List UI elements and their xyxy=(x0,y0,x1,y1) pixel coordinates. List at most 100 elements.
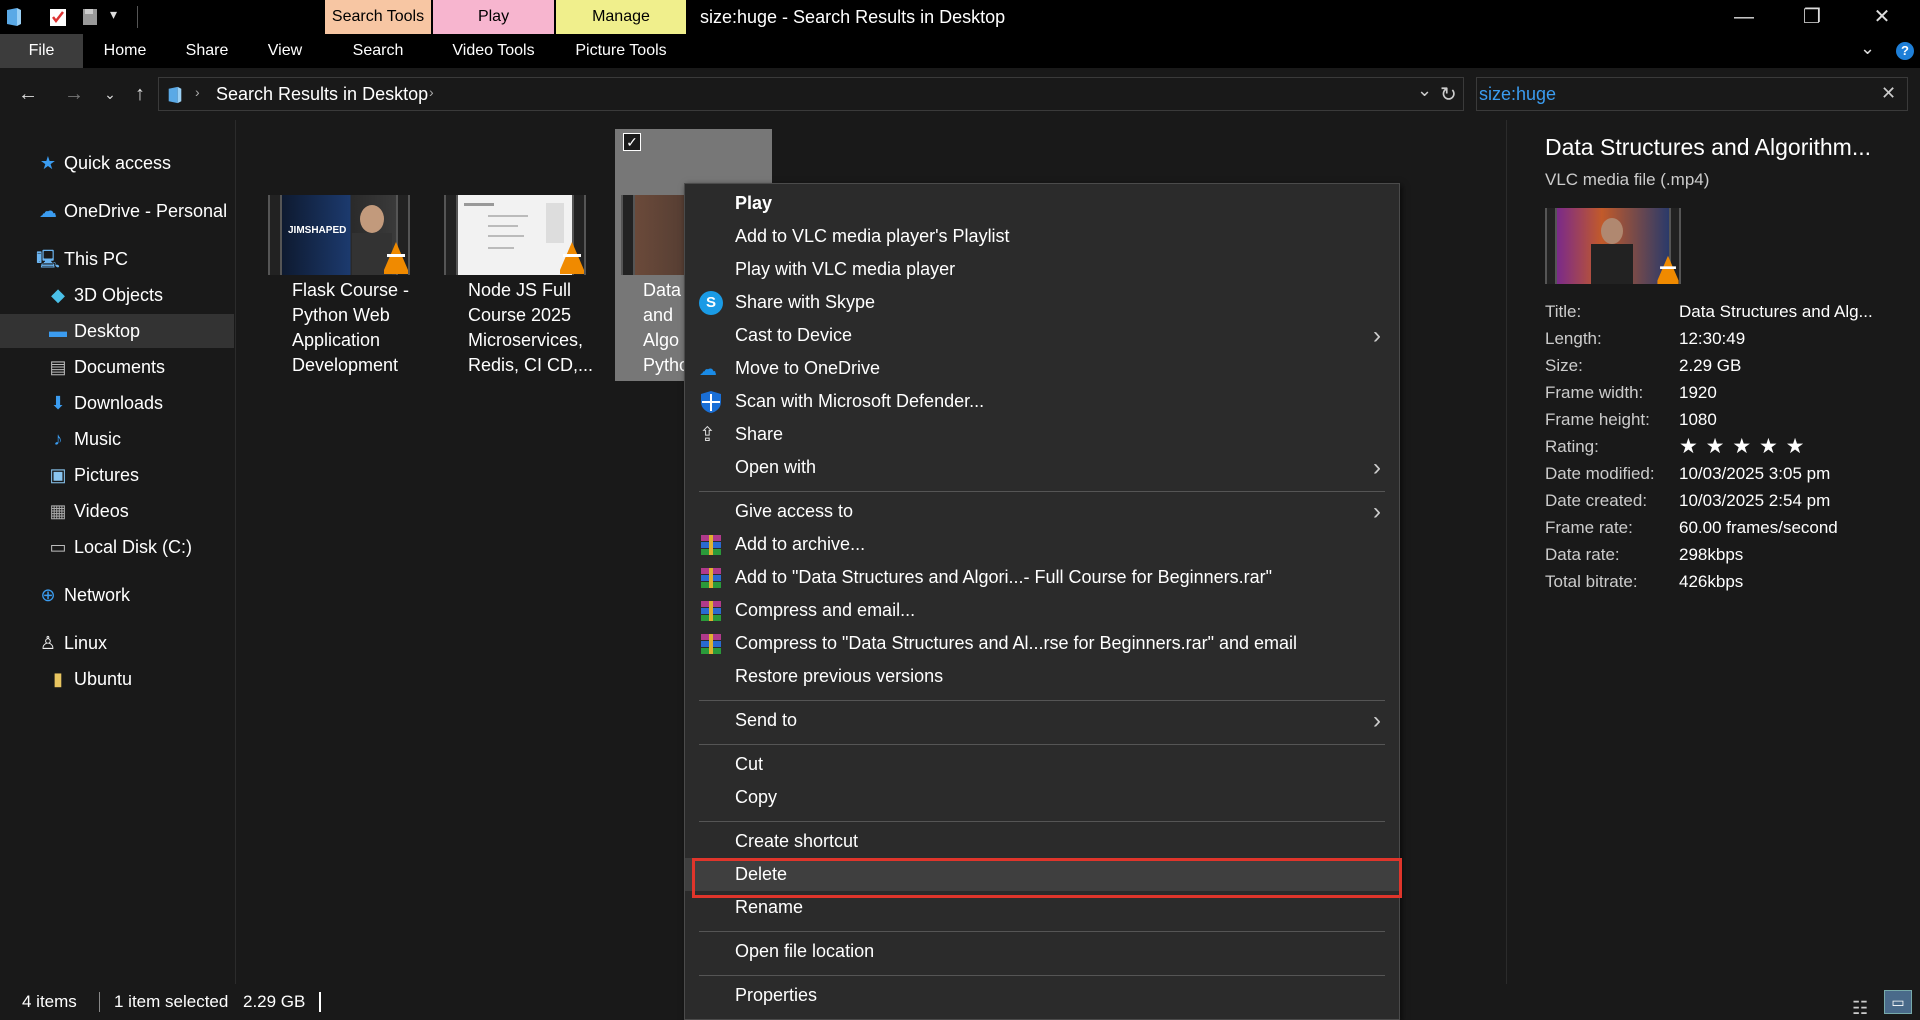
preview-thumbnail xyxy=(1545,208,1681,284)
nav-quick-access[interactable]: ★ Quick access xyxy=(36,146,171,180)
recent-locations-button[interactable]: ⌄ xyxy=(94,80,126,108)
search-box[interactable]: size:huge ✕ xyxy=(1476,77,1908,111)
nav-documents[interactable]: ▤ Documents xyxy=(46,350,165,384)
share-icon: ⇪ xyxy=(699,424,716,446)
ctx-tab-search-tools[interactable]: Search Tools xyxy=(325,0,431,34)
menu-item-move-onedrive[interactable]: ☁ Move to OneDrive xyxy=(685,352,1399,385)
tab-share[interactable]: Share xyxy=(174,34,240,68)
network-icon: ⊕ xyxy=(40,585,56,605)
prop-value[interactable]: Data Structures and Alg... xyxy=(1679,302,1873,322)
nav-network[interactable]: ⊕ Network xyxy=(36,578,130,612)
tab-home[interactable]: Home xyxy=(92,34,158,68)
menu-item-label: Copy xyxy=(735,787,778,807)
breadcrumb-path[interactable]: Search Results in Desktop xyxy=(216,84,428,105)
nav-videos[interactable]: ▦ Videos xyxy=(46,494,128,528)
menu-item-copy[interactable]: Copy xyxy=(685,781,1399,814)
menu-item-add-archive[interactable]: Add to archive... xyxy=(685,528,1399,561)
tab-picture-tools[interactable]: Picture Tools xyxy=(556,34,686,68)
nav-label: Linux xyxy=(64,633,108,653)
address-dropdown-icon[interactable]: ⌄ xyxy=(1417,80,1432,101)
menu-item-open-file-location[interactable]: Open file location xyxy=(685,935,1399,968)
breadcrumb-chevron-icon[interactable]: › xyxy=(429,84,434,100)
menu-item-cut[interactable]: Cut xyxy=(685,748,1399,781)
chevron-right-icon: › xyxy=(1373,498,1381,525)
address-bar[interactable]: › Search Results in Desktop › ⌄ ↻ xyxy=(158,77,1464,111)
menu-item-properties[interactable]: Properties xyxy=(685,979,1399,1012)
menu-item-share[interactable]: ⇪ Share xyxy=(685,418,1399,451)
details-view-icon[interactable]: ☷ xyxy=(1852,990,1868,1020)
prop-value[interactable]: 10/03/2025 3:05 pm xyxy=(1679,464,1830,484)
selection-checkbox[interactable]: ✓ xyxy=(623,133,641,151)
nav-ubuntu[interactable]: ▮ Ubuntu xyxy=(46,662,132,696)
nav-desktop[interactable]: ▬ Desktop xyxy=(0,314,234,348)
nav-3d-objects[interactable]: ◆ 3D Objects xyxy=(46,278,163,312)
collapse-ribbon-icon[interactable]: ⌄ xyxy=(1860,38,1875,59)
tab-view[interactable]: View xyxy=(255,34,315,68)
restore-button[interactable]: ❐ xyxy=(1783,0,1841,34)
nav-label: Desktop xyxy=(74,321,141,341)
ctx-tab-manage[interactable]: Manage xyxy=(556,0,686,34)
nav-label: OneDrive - Personal xyxy=(64,201,228,221)
nav-label: Downloads xyxy=(74,393,164,413)
menu-item-open-with[interactable]: Open with › xyxy=(685,451,1399,484)
nav-local-disk[interactable]: ▭ Local Disk (C:) xyxy=(46,530,192,564)
menu-item-restore-versions[interactable]: Restore previous versions xyxy=(685,660,1399,693)
file-tile[interactable]: JIMSHAPED Flask Course - Python Web Appl… xyxy=(262,190,422,380)
nav-this-pc[interactable]: 🖳 This PC xyxy=(36,242,128,276)
menu-item-play-with-vlc[interactable]: Play with VLC media player xyxy=(685,253,1399,286)
help-icon[interactable]: ? xyxy=(1896,42,1914,60)
prop-value[interactable]: 10/03/2025 2:54 pm xyxy=(1679,491,1830,511)
video-icon: ▦ xyxy=(49,501,67,521)
refresh-icon[interactable]: ↻ xyxy=(1440,82,1457,107)
menu-item-compress-email[interactable]: Compress and email... xyxy=(685,594,1399,627)
nav-music[interactable]: ♪ Music xyxy=(46,422,122,456)
nav-label: This PC xyxy=(64,249,129,269)
presenter-face xyxy=(1601,218,1623,244)
rating-stars[interactable]: ★ ★ ★ ★ ★ xyxy=(1679,434,1805,459)
menu-item-compress-to-rar-email[interactable]: Compress to "Data Structures and Al...rs… xyxy=(685,627,1399,660)
nav-downloads[interactable]: ⬇ Downloads xyxy=(46,386,163,420)
ctx-tab-play[interactable]: Play xyxy=(433,0,554,34)
tab-search[interactable]: Search xyxy=(325,34,431,68)
presenter-body xyxy=(1591,244,1633,284)
properties-icon[interactable] xyxy=(48,6,68,28)
prop-label: Title: xyxy=(1545,302,1582,321)
doc-line xyxy=(488,235,524,237)
menu-item-play[interactable]: Play xyxy=(685,187,1399,220)
back-button[interactable]: ← xyxy=(12,80,44,108)
clear-search-icon[interactable]: ✕ xyxy=(1881,83,1896,104)
tab-video-tools[interactable]: Video Tools xyxy=(433,34,554,68)
vlc-cone-icon xyxy=(1657,255,1679,284)
menu-item-send-to[interactable]: Send to › xyxy=(685,704,1399,737)
nav-label: Ubuntu xyxy=(74,669,133,689)
close-button[interactable]: ✕ xyxy=(1853,0,1911,34)
defender-icon xyxy=(701,391,721,413)
up-button[interactable]: ↑ xyxy=(124,80,156,108)
nav-pictures[interactable]: ▣ Pictures xyxy=(46,458,139,492)
forward-button[interactable]: → xyxy=(58,80,90,108)
film-strip xyxy=(1545,208,1557,284)
nav-onedrive[interactable]: ☁ OneDrive - Personal xyxy=(36,194,227,228)
linux-icon: ♙ xyxy=(39,633,57,653)
menu-item-create-shortcut[interactable]: Create shortcut xyxy=(685,825,1399,858)
menu-item-add-to-rar[interactable]: Add to "Data Structures and Algori...- F… xyxy=(685,561,1399,594)
file-name-line: Microservices, xyxy=(468,330,584,350)
minimize-button[interactable]: — xyxy=(1715,0,1773,34)
file-tile[interactable]: Node JS Full Course 2025 Microservices, … xyxy=(438,190,598,380)
menu-item-add-vlc-playlist[interactable]: Add to VLC media player's Playlist xyxy=(685,220,1399,253)
menu-item-cast-to-device[interactable]: Cast to Device › xyxy=(685,319,1399,352)
menu-item-label: Share xyxy=(735,424,784,444)
new-folder-icon[interactable] xyxy=(80,6,100,28)
menu-item-share-skype[interactable]: S Share with Skype xyxy=(685,286,1399,319)
nav-linux[interactable]: ♙ Linux xyxy=(36,626,107,660)
menu-item-give-access[interactable]: Give access to › xyxy=(685,495,1399,528)
address-row: ← → ⌄ ↑ › Search Results in Desktop › ⌄ … xyxy=(0,68,1920,120)
search-input[interactable]: size:huge xyxy=(1479,84,1556,105)
qat-dropdown-icon[interactable]: ▾ xyxy=(110,6,117,23)
large-icons-view-icon[interactable]: ▭ xyxy=(1884,990,1912,1014)
menu-item-scan-defender[interactable]: Scan with Microsoft Defender... xyxy=(685,385,1399,418)
prop-value: 426kbps xyxy=(1679,572,1744,591)
tab-file[interactable]: File xyxy=(0,34,83,68)
up-arrow-icon: ↑ xyxy=(135,83,145,105)
doc-line xyxy=(488,215,528,217)
